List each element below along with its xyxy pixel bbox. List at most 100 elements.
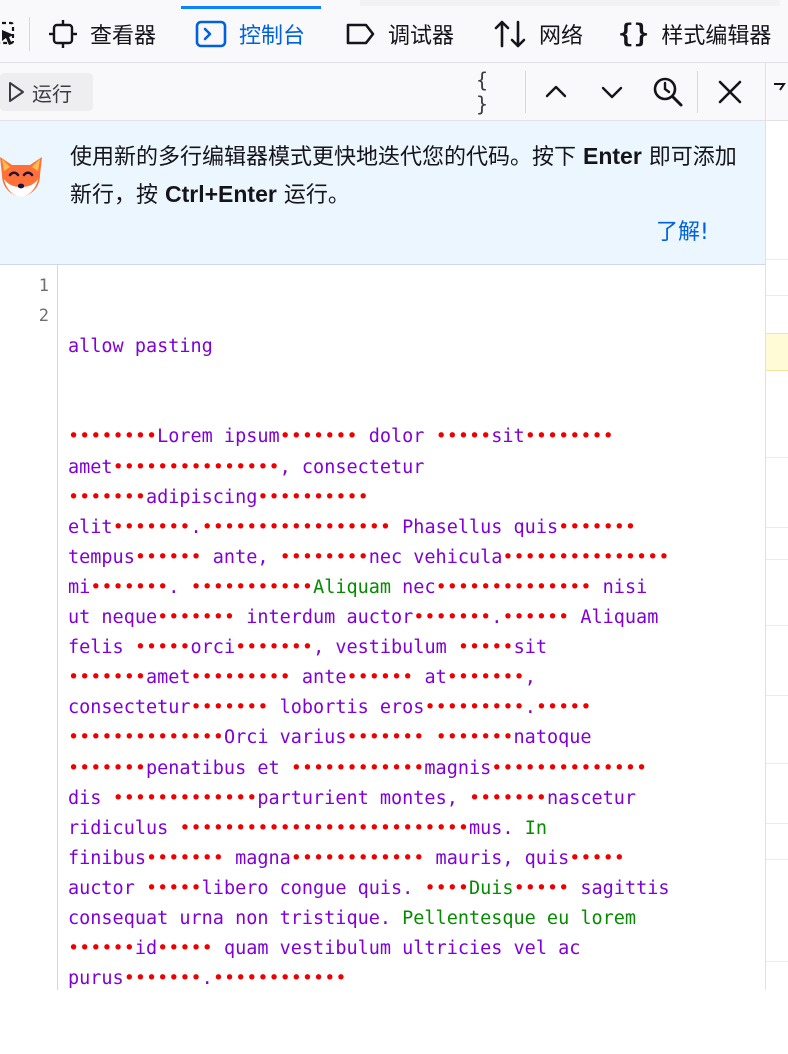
code-token: mauris, quis — [424, 847, 570, 869]
code-wrapped-row: •••••••adipiscing•••••••••• — [68, 483, 670, 513]
tab-debugger[interactable]: 调试器 — [344, 6, 454, 62]
code-token: Phasellus quis — [391, 516, 559, 538]
close-editor-button[interactable] — [713, 75, 747, 109]
code-keyword-token: Pellentesque eu lorem — [402, 907, 637, 929]
code-token: libero congue quis. — [201, 877, 425, 899]
reverse-search-button[interactable] — [651, 75, 685, 109]
element-picker-icon — [0, 19, 18, 49]
code-token: mi — [68, 576, 91, 598]
code-token: sit — [491, 426, 525, 448]
whitespace-marker: ••••••• — [157, 607, 236, 629]
code-content[interactable]: allow pasting ••••••••Lorem ipsum•••••••… — [68, 272, 670, 1054]
whitespace-marker: ••••••• — [68, 757, 146, 779]
code-token: lobortis eros — [268, 697, 425, 719]
filter-icon — [774, 83, 786, 91]
tab-console-label: 控制台 — [239, 24, 306, 49]
whitespace-marker: ••••• — [157, 938, 213, 960]
whitespace-marker: •••••••• — [68, 426, 158, 448]
tab-debugger-label: 调试器 — [388, 24, 455, 49]
tab-console[interactable]: 控制台 — [180, 6, 322, 62]
code-keyword-token: Duis — [469, 877, 514, 899]
history-previous-button[interactable] — [539, 75, 573, 109]
whitespace-marker: ••••••• — [123, 968, 202, 990]
code-token: finibus — [68, 847, 146, 869]
tab-separator — [29, 17, 30, 51]
whitespace-marker: ••••• — [513, 877, 570, 899]
code-wrapped-row: dis •••••••••••••parturient montes, ••••… — [68, 784, 670, 814]
code-wrapped-row: felis •••••orci•••••••, vestibulum •••••… — [68, 633, 670, 663]
code-keyword-token: Aliquam — [313, 576, 392, 598]
whitespace-marker: ••••••• — [235, 637, 314, 659]
code-token: consectetur — [68, 697, 191, 719]
code-token: amet — [68, 456, 113, 478]
tab-network[interactable]: 网络 — [493, 6, 583, 62]
whitespace-marker: ••••• — [457, 637, 514, 659]
whitespace-marker: ••••• — [145, 877, 202, 899]
code-token: sit — [513, 637, 547, 659]
whitespace-marker: ••••••••••• — [190, 576, 314, 598]
code-token: auctor — [68, 877, 146, 899]
pretty-print-button[interactable]: { } — [476, 68, 510, 116]
code-token: . — [168, 576, 191, 598]
code-token: penatibus et — [145, 757, 291, 779]
history-next-button[interactable] — [595, 75, 629, 109]
code-token: . — [491, 607, 503, 629]
output-row-divider — [766, 859, 788, 860]
enter-key-label: Enter — [583, 143, 642, 169]
ctrl-enter-key-label: Ctrl+Enter — [165, 181, 277, 207]
code-wrapped-row: ••••••••Lorem ipsum••••••• dolor •••••si… — [68, 422, 670, 452]
code-token: mus. — [468, 817, 525, 839]
code-token: , — [524, 667, 536, 689]
learn-more-link[interactable]: 了解! — [656, 214, 709, 246]
whitespace-marker: •••••••••• — [257, 486, 369, 508]
notice-text-3: 运行。 — [276, 183, 350, 208]
line-number: 1 — [38, 276, 49, 296]
whitespace-marker: ••••••• — [68, 486, 146, 508]
whitespace-marker: •••••••••••• — [290, 757, 425, 779]
whitespace-marker: ••••••••••••• — [112, 787, 258, 809]
whitespace-marker: ••••• — [435, 426, 492, 448]
code-wrapped-row: ••••••••••••••Orci varius••••••• •••••••… — [68, 723, 670, 753]
code-token: magnis — [424, 757, 492, 779]
code-wrapped-row: •••••••amet••••••••• ante•••••• at••••••… — [68, 663, 670, 693]
code-token: at — [413, 667, 447, 689]
code-token: ante — [290, 667, 347, 689]
whitespace-marker: ••••••• — [435, 727, 514, 749]
inspector-icon — [48, 19, 78, 49]
code-token: dolor — [357, 426, 436, 448]
console-output-pane-edge — [765, 63, 788, 990]
network-icon — [493, 18, 527, 50]
output-row-divider — [766, 625, 788, 626]
whitespace-marker: •••••••• — [279, 546, 369, 568]
devtools-tab-bar: 查看器 控制台 调试器 网络 {} 样式编辑器 — [0, 0, 788, 63]
code-token: consequat urna non tristique. — [68, 907, 403, 929]
whitespace-marker: •••••••••••• — [212, 968, 347, 990]
code-token: purus — [68, 968, 124, 990]
code-token: magna — [223, 847, 291, 869]
tab-style-editor[interactable]: {} 样式编辑器 — [618, 6, 771, 62]
code-wrapped-row: •••••••penatibus et ••••••••••••magnis••… — [68, 754, 670, 784]
whitespace-marker: •••••• — [68, 938, 135, 960]
output-row-divider — [766, 457, 788, 458]
code-token: . — [524, 697, 536, 719]
whitespace-marker: •••••• — [346, 667, 414, 689]
code-wrapped-row: ••••••id••••• quam vestibulum ultricies … — [68, 934, 670, 964]
code-token: adipiscing — [145, 486, 258, 508]
multiline-code-editor[interactable]: 1 2 allow pasting ••••••••Lorem ipsum•••… — [0, 265, 765, 990]
whitespace-marker: •••••••••••••••••••••••••• — [179, 817, 469, 839]
code-token: ut neque — [68, 607, 158, 629]
element-picker-button[interactable] — [0, 6, 30, 62]
tab-style-editor-label: 样式编辑器 — [661, 24, 772, 49]
whitespace-marker: ••••••••• — [190, 667, 291, 689]
tab-inspector[interactable]: 查看器 — [48, 6, 156, 62]
run-button[interactable]: 运行 — [0, 73, 93, 111]
code-wrapped-row: consectetur••••••• lobortis eros••••••••… — [68, 693, 670, 723]
code-token: Aliquam — [569, 607, 659, 629]
output-row-divider — [766, 961, 788, 962]
whitespace-marker: ••••••••••••••••• — [201, 516, 392, 538]
code-token: parturient montes, — [257, 787, 469, 809]
code-token: sagittis — [569, 877, 670, 899]
code-token: nec vehicula — [368, 546, 503, 568]
code-token: interdum auctor — [235, 607, 414, 629]
toolbar-separator — [697, 71, 698, 113]
